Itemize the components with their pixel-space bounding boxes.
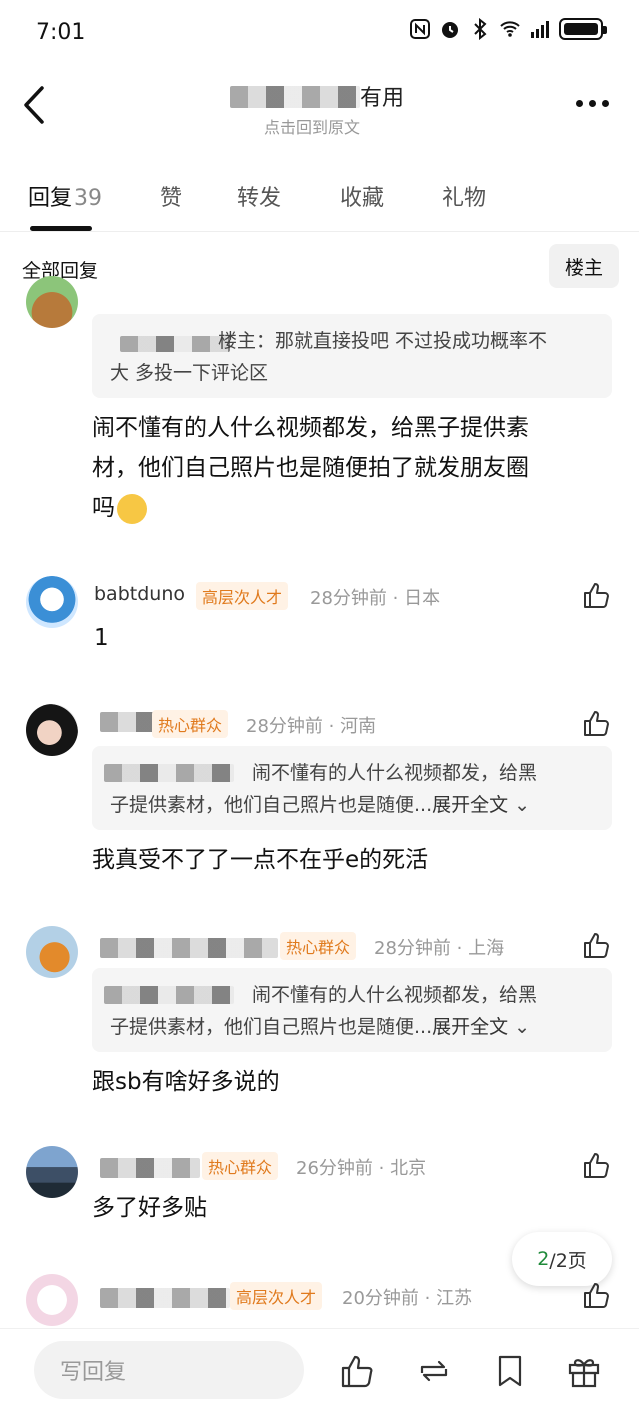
thumbs-up-icon[interactable] [582, 1280, 612, 1310]
tab-active-indicator [30, 226, 92, 231]
post-title-suffix: 有用 [360, 86, 405, 111]
tab-favorites[interactable]: 收藏 [340, 180, 384, 212]
current-page: 2 [537, 1248, 550, 1270]
avatar[interactable] [26, 704, 78, 756]
total-pages: /2页 [549, 1249, 587, 1272]
comment-text-line: 材，他们自己照片也是随便拍了就发朋友圈 [92, 455, 529, 481]
tab-reposts[interactable]: 转发 [237, 180, 281, 212]
redacted-username [100, 1158, 200, 1178]
quote-text-line: 闹不懂有的人什么视频都发，给黑 [252, 984, 538, 1006]
bottom-action-bar: 写回复 [0, 1328, 639, 1414]
avatar[interactable] [26, 276, 78, 328]
comment-text: 多了好多贴 [92, 1195, 207, 1221]
alarm-icon [442, 22, 458, 38]
more-options-icon[interactable] [576, 100, 609, 107]
quote-text-line: 子提供素材，他们自己照片也是随便...展开全文 ⌄ [110, 1016, 531, 1038]
thumbs-up-icon[interactable] [582, 708, 612, 738]
redacted-username [120, 336, 230, 352]
repost-icon[interactable] [416, 1353, 452, 1389]
nfc-icon [410, 19, 430, 39]
avatar[interactable] [26, 576, 78, 628]
username[interactable]: babtduno [94, 583, 185, 605]
redacted-username [100, 1288, 230, 1308]
tab-replies-count: 39 [74, 186, 103, 211]
gift-icon[interactable] [566, 1353, 602, 1389]
owner-only-button[interactable]: 楼主 [549, 244, 619, 288]
post-title[interactable]: 有用 点击回到原文 [220, 76, 420, 146]
emoji-icon [117, 493, 147, 524]
comment-text: 1 [94, 625, 109, 651]
user-badge: 热心群众 [152, 710, 229, 738]
top-bar: 有用 点击回到原文 [0, 64, 639, 154]
quote-text-line: 子提供素材，他们自己照片也是随便...展开全文 ⌄ [110, 794, 531, 816]
chevron-down-icon: ⌄ [508, 1016, 531, 1038]
redacted-username [100, 938, 278, 958]
avatar[interactable] [26, 926, 78, 978]
reply-input[interactable]: 写回复 [34, 1341, 304, 1399]
tab-gifts[interactable]: 礼物 [442, 180, 486, 212]
filter-bar: 全部回复 楼主 [0, 242, 639, 292]
thumbs-up-icon[interactable] [582, 930, 612, 960]
quote-text-line: 楼主：那就直接投吧 不过投成功概率不 [218, 330, 548, 352]
comment-text: 闹不懂有的人什么视频都发，给黑子提供素 材，他们自己照片也是随便拍了就发朋友圈 … [92, 408, 529, 528]
comment-text: 跟sb有啥好多说的 [92, 1069, 280, 1095]
quoted-reply[interactable]: 楼主：那就直接投吧 不过投成功概率不 大 多投一下评论区 [92, 314, 612, 398]
page-indicator[interactable]: 2/2页 [512, 1232, 612, 1286]
thumbs-up-icon[interactable] [340, 1353, 376, 1389]
tab-bar: 回复39 赞 转发 收藏 礼物 [0, 168, 639, 232]
comment-meta: 20分钟前 · 江苏 [342, 1288, 473, 1309]
redacted-username [100, 712, 154, 732]
back-arrow-icon[interactable] [20, 84, 52, 126]
quoted-reply[interactable]: 闹不懂有的人什么视频都发，给黑 子提供素材，他们自己照片也是随便...展开全文 … [92, 968, 612, 1052]
comment-meta: 28分钟前 · 河南 [246, 716, 377, 737]
comment-text-line: 吗 [92, 488, 529, 528]
comment-text: 我真受不了了一点不在乎e的死活 [92, 847, 429, 873]
redacted-title [230, 86, 360, 108]
status-time: 7:01 [36, 20, 86, 45]
back-to-post-link[interactable]: 点击回到原文 [264, 114, 360, 138]
expand-full-text-link[interactable]: 展开全文 [432, 1016, 508, 1038]
bookmark-icon[interactable] [492, 1353, 528, 1389]
user-badge: 高层次人才 [230, 1282, 323, 1310]
avatar[interactable] [26, 1146, 78, 1198]
quote-text-line: 闹不懂有的人什么视频都发，给黑 [252, 762, 538, 784]
battery-icon [559, 18, 607, 40]
user-badge: 热心群众 [280, 932, 357, 960]
user-badge: 热心群众 [202, 1152, 279, 1180]
thumbs-up-icon[interactable] [582, 580, 612, 610]
chevron-down-icon: ⌄ [508, 794, 531, 816]
comment-text-line: 闹不懂有的人什么视频都发，给黑子提供素 [92, 415, 529, 441]
status-icons [409, 18, 607, 40]
user-badge: 高层次人才 [196, 582, 289, 610]
redacted-username [104, 764, 234, 782]
tab-replies-label: 回复 [28, 186, 73, 211]
signal-icon [531, 21, 549, 38]
status-bar: 7:01 [0, 0, 639, 64]
quote-text-line: 大 多投一下评论区 [110, 362, 269, 384]
avatar[interactable] [26, 1274, 78, 1326]
thumbs-up-icon[interactable] [582, 1150, 612, 1180]
comment-meta: 28分钟前 · 上海 [374, 938, 505, 959]
comment-meta: 26分钟前 · 北京 [296, 1158, 427, 1179]
comment-meta: 28分钟前 · 日本 [310, 588, 441, 609]
quoted-reply[interactable]: 闹不懂有的人什么视频都发，给黑 子提供素材，他们自己照片也是随便...展开全文 … [92, 746, 612, 830]
wifi-icon [500, 21, 520, 37]
expand-full-text-link[interactable]: 展开全文 [432, 794, 508, 816]
tab-replies[interactable]: 回复39 [28, 180, 102, 212]
tab-likes[interactable]: 赞 [160, 180, 182, 212]
bluetooth-icon [474, 18, 487, 40]
redacted-username [104, 986, 234, 1004]
